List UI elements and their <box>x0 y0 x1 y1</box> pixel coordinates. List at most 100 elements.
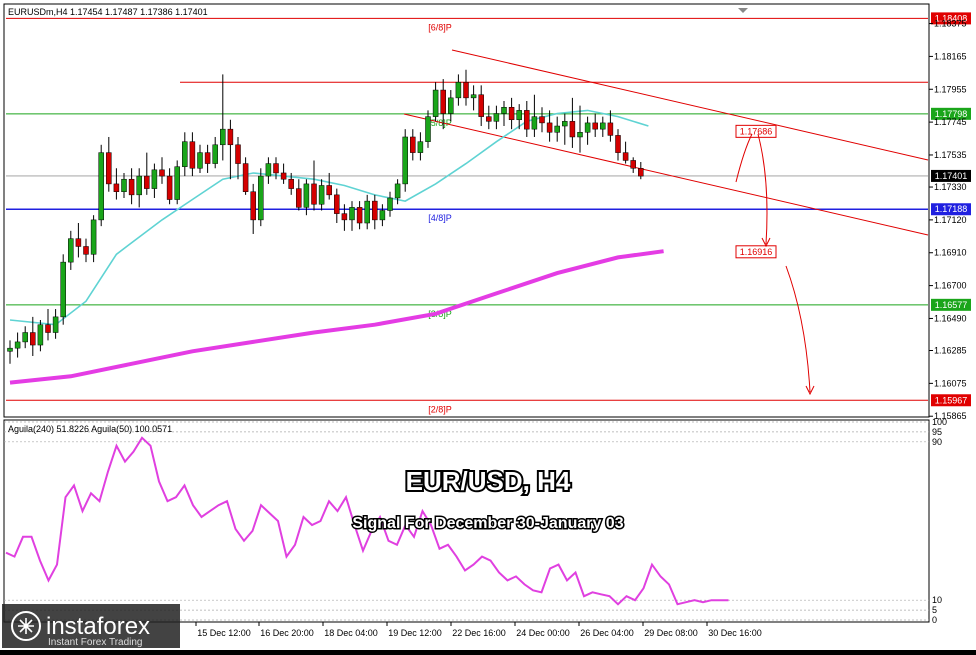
candle-body <box>220 128 226 146</box>
candle-body <box>349 207 355 221</box>
candle-body <box>83 246 89 255</box>
candle-body <box>455 81 462 99</box>
x-tick-label: 16 Dec 20:00 <box>260 628 314 638</box>
candle-body <box>417 141 424 153</box>
price-level-tag-label: 1.17188 <box>935 204 968 214</box>
candle-body <box>136 175 142 196</box>
candle-body <box>45 324 51 333</box>
current-price-label: 1.17401 <box>935 171 968 181</box>
candle-body <box>37 324 44 346</box>
osc-tick-label: 10 <box>932 595 942 605</box>
y-tick-label: 1.16075 <box>934 378 967 388</box>
candle-body <box>531 116 538 130</box>
x-tick-label: 15 Dec 12:00 <box>197 628 251 638</box>
y-tick-label: 1.17955 <box>934 84 967 94</box>
candle-body <box>508 107 515 121</box>
candle-body <box>539 116 545 124</box>
candle-body <box>486 116 492 122</box>
candle-body <box>622 152 629 161</box>
candle-body <box>524 110 530 130</box>
candle-body <box>402 136 408 185</box>
candle-body <box>166 175 173 200</box>
y-tick-label: 1.17120 <box>934 215 967 225</box>
candle-body <box>144 175 150 189</box>
y-tick-label: 1.16910 <box>934 248 967 258</box>
candle-body <box>30 332 36 346</box>
candle-body <box>341 213 348 221</box>
candle-body <box>425 116 431 142</box>
target-label: 1.17686 <box>740 126 773 136</box>
candle-body <box>174 166 180 200</box>
candle-body <box>440 89 446 114</box>
candle-body <box>189 141 196 169</box>
candle-body <box>554 125 560 133</box>
candle-body <box>493 113 500 122</box>
candle-body <box>448 97 454 114</box>
candle-body <box>630 160 636 169</box>
candle-body <box>68 238 74 263</box>
candle-body <box>250 191 256 221</box>
candle-body <box>60 261 66 318</box>
candle-body <box>14 341 21 349</box>
candle-body <box>151 169 158 189</box>
candle-body <box>615 135 621 153</box>
brand-tagline: Instant Forex Trading <box>48 637 143 648</box>
murray-level-label: [4/8]P <box>428 213 452 223</box>
chart-canvas[interactable]: [6/8]P1.18408[5/8]P1.17798[4/8]P1.17188[… <box>0 0 976 650</box>
price-level-tag-label: 1.16577 <box>935 300 968 310</box>
candle-body <box>318 185 325 205</box>
candle-body <box>273 163 279 174</box>
osc-tick-label: 100 <box>932 417 947 427</box>
candle-body <box>212 144 218 164</box>
murray-level-label: [6/8]P <box>428 22 452 32</box>
candle-body <box>90 219 97 255</box>
candle-body <box>387 197 393 211</box>
candle-body <box>98 152 104 221</box>
candle-body <box>113 183 120 192</box>
overlay-title: EUR/USD, H4 <box>406 466 571 496</box>
candle-body <box>121 178 127 192</box>
osc-tick-label: 0 <box>932 615 937 625</box>
y-tick-label: 1.17535 <box>934 150 967 160</box>
candle-body <box>326 185 332 196</box>
candle-body <box>106 152 112 185</box>
candle-body <box>227 128 234 146</box>
candle-body <box>235 144 241 164</box>
chart-window: [6/8]P1.18408[5/8]P1.17798[4/8]P1.17188[… <box>0 0 976 650</box>
candle-body <box>569 121 576 138</box>
candle-body <box>410 136 416 153</box>
candle-body <box>242 163 249 192</box>
candle-body <box>75 238 82 247</box>
y-tick-label: 1.18165 <box>934 51 967 61</box>
x-tick-label: 26 Dec 04:00 <box>580 628 634 638</box>
y-tick-label: 1.18375 <box>934 19 967 29</box>
osc-tick-label: 90 <box>932 437 942 447</box>
candle-body <box>303 183 310 208</box>
instaforex-logo: instaforex Instant Forex Trading <box>2 604 180 648</box>
candle-body <box>463 81 469 99</box>
candle-body <box>379 210 386 221</box>
target-label: 1.16916 <box>740 247 773 257</box>
brand-name: instaforex <box>46 613 150 640</box>
candle-body <box>128 178 135 196</box>
candle-body <box>364 200 370 224</box>
y-tick-label: 1.16490 <box>934 313 967 323</box>
candle-body <box>280 172 287 180</box>
price-pane <box>3 3 930 418</box>
x-tick-label: 18 Dec 04:00 <box>324 628 378 638</box>
candle-body <box>546 122 553 133</box>
y-tick-label: 1.16700 <box>934 281 967 291</box>
overlay-subtitle: Signal For December 30-January 03 <box>352 515 623 532</box>
x-tick-label: 29 Dec 08:00 <box>644 628 698 638</box>
y-tick-label: 1.16285 <box>934 346 967 356</box>
candle-body <box>296 188 302 208</box>
candle-body <box>311 183 317 205</box>
price-level-tag-label: 1.15967 <box>935 395 968 405</box>
indicator-info: Aguila(240) 51.8226 Aguila(50) 100.0571 <box>8 424 172 434</box>
candle-body <box>204 152 211 164</box>
y-tick-label: 1.17330 <box>934 182 967 192</box>
candle-body <box>265 163 272 177</box>
candle-body <box>516 110 522 121</box>
candle-body <box>356 207 363 224</box>
candle-body <box>22 332 28 343</box>
